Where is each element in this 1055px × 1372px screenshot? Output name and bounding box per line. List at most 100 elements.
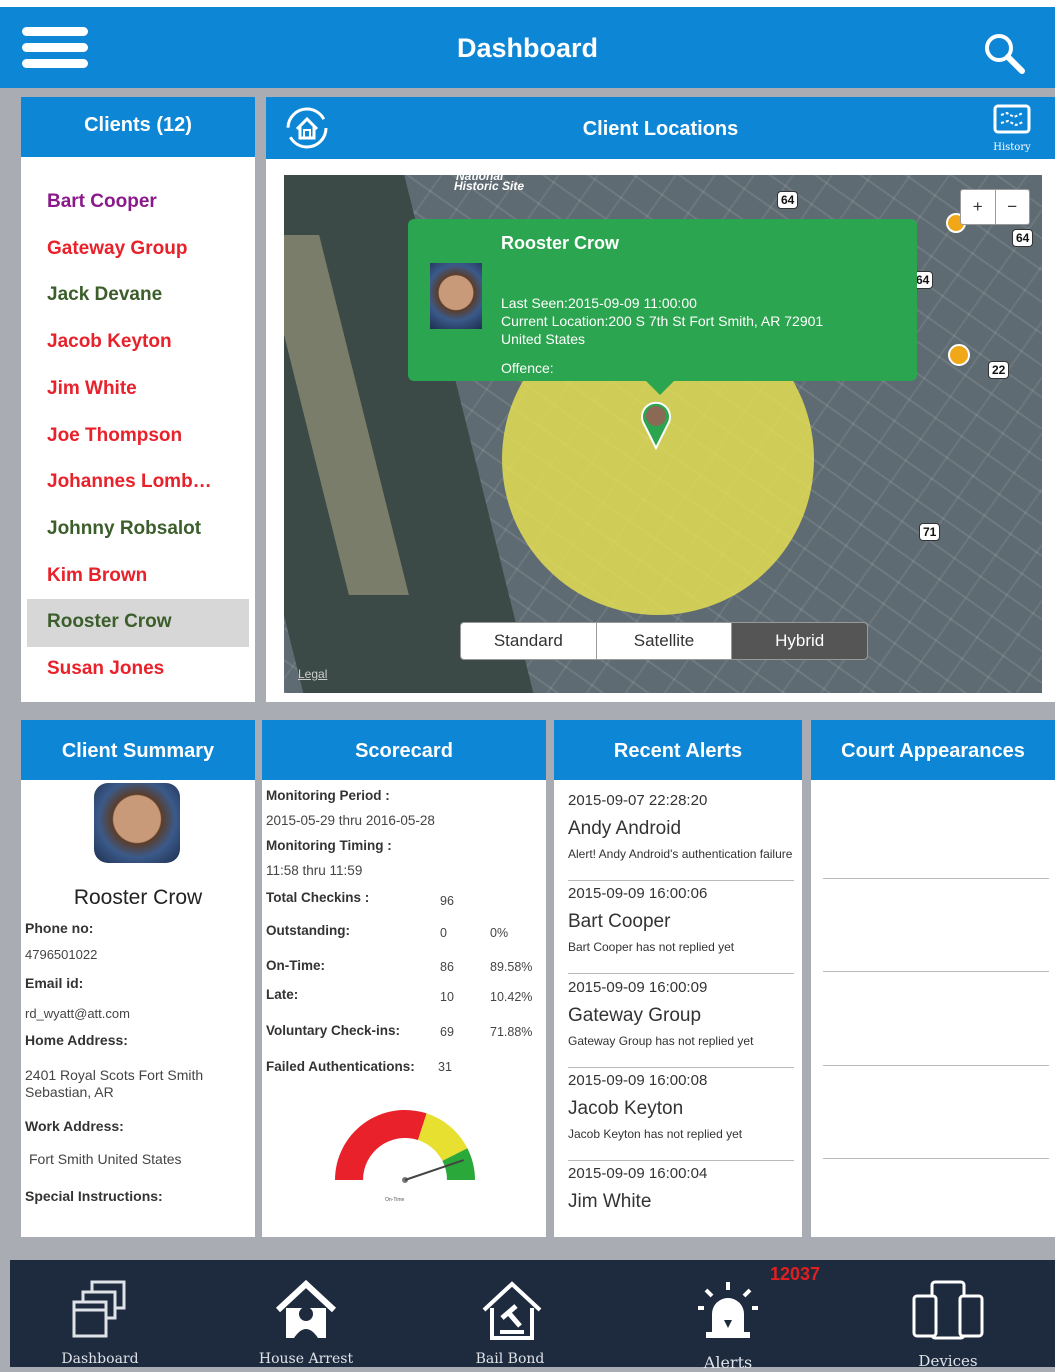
recent-alerts-panel: Recent Alerts 2015-09-07 22:28:20 Andy An… [554, 720, 802, 1237]
client-list-item[interactable]: Johannes Lomb… [47, 471, 212, 493]
alert-date: 2015-09-09 16:00:06 [568, 885, 708, 903]
client-name: Rooster Crow [73, 886, 203, 909]
tab-dashboard[interactable]: Dashboard [10, 1260, 190, 1367]
history-icon[interactable]: History [982, 103, 1042, 155]
map-type-selector: Standard Satellite Hybrid [460, 622, 868, 660]
top-bar: Dashboard [0, 0, 1055, 88]
alert-date: 2015-09-09 16:00:04 [568, 1165, 708, 1183]
client-locations-title: Client Locations [266, 97, 1055, 159]
dashboard-icon [72, 1280, 126, 1338]
map-type-standard[interactable]: Standard [461, 623, 597, 659]
divider [823, 971, 1049, 972]
tab-house-arrest[interactable]: House Arrest [216, 1260, 396, 1367]
client-list-item[interactable]: Joe Thompson [47, 425, 182, 447]
location-popup[interactable]: Rooster Crow Last Seen:2015-09-09 11:00:… [408, 219, 917, 395]
highway-71-shield: 71 [919, 523, 941, 541]
map-type-hybrid[interactable]: Hybrid [732, 623, 867, 659]
alert-date: 2015-09-09 16:00:08 [568, 1071, 708, 1089]
scorecard-title: Scorecard [262, 720, 546, 780]
score-row-label: Total Checkins : [266, 890, 370, 905]
divider [823, 878, 1049, 879]
work-address-value: Fort Smith United States [29, 1151, 182, 1167]
historic-site-label: Historic Site [454, 179, 525, 193]
popup-arrow [646, 381, 674, 395]
tab-label: Bail Bond [475, 1351, 545, 1367]
failed-auth-value: 31 [438, 1060, 452, 1074]
popup-country: United States [501, 331, 586, 347]
tab-label: House Arrest [258, 1351, 354, 1367]
search-icon[interactable] [982, 31, 1026, 75]
client-list-item[interactable]: Jacob Keyton [47, 331, 172, 353]
alert-client-name: Gateway Group [568, 1004, 702, 1026]
client-list-item[interactable]: Gateway Group [47, 238, 187, 260]
recent-alerts-title: Recent Alerts [554, 720, 802, 780]
home-address-label: Home Address: [25, 1032, 128, 1048]
monitoring-timing-label: Monitoring Timing : [266, 838, 392, 853]
gauge-label: On-Time [385, 1197, 405, 1203]
alert-message: Bart Cooper has not replied yet [568, 941, 735, 955]
map-type-satellite[interactable]: Satellite [597, 623, 733, 659]
home-refresh-icon[interactable] [284, 105, 330, 151]
alert-date: 2015-09-09 16:00:09 [568, 978, 708, 996]
divider [823, 1065, 1049, 1066]
client-summary-panel: Client Summary Rooster Crow Phone no: 47… [21, 720, 255, 1237]
tab-label: Dashboard [61, 1351, 139, 1367]
popup-location: Current Location:200 S 7th St Fort Smith… [501, 313, 824, 329]
court-appearances-title: Court Appearances [811, 720, 1055, 780]
score-row-count: 69 [440, 1025, 454, 1039]
special-instructions-label: Special Instructions: [25, 1188, 163, 1204]
client-list-item[interactable]: Jim White [47, 378, 137, 400]
tab-label: Devices [918, 1352, 978, 1370]
score-row-label: Voluntary Check-ins: [266, 1023, 401, 1038]
client-list-item[interactable]: Susan Jones [47, 658, 164, 680]
tab-bar: Dashboard House Arrest Bail Bond Alerts … [10, 1260, 1055, 1372]
alert-message: Jacob Keyton has not replied yet [568, 1127, 743, 1141]
failed-auth-label: Failed Authentications: [266, 1059, 415, 1074]
alert-message: Gateway Group has not replied yet [568, 1034, 754, 1048]
client-list-item[interactable]: Rooster Crow [47, 611, 172, 633]
phone-label: Phone no: [25, 920, 94, 936]
zoom-controls: + − [960, 189, 1030, 225]
divider [568, 880, 794, 881]
monitoring-period-value: 2015-05-29 thru 2016-05-28 [266, 813, 435, 828]
page-title: Dashboard [456, 33, 599, 63]
alert-date: 2015-09-07 22:28:20 [568, 792, 708, 809]
score-row-pct: 10.42% [490, 990, 533, 1004]
work-address-label: Work Address: [25, 1118, 124, 1134]
house-arrest-icon [275, 1279, 337, 1338]
alerts-badge: 12037 [770, 1264, 821, 1284]
client-summary-title: Client Summary [21, 720, 255, 780]
on-time-gauge [335, 1110, 475, 1183]
gauge-red-zone [335, 1110, 427, 1180]
score-row-count: 0 [440, 926, 447, 940]
poi-icon [948, 344, 970, 366]
tab-bail-bond[interactable]: Bail Bond [420, 1260, 600, 1367]
popup-name: Rooster Crow [501, 233, 620, 253]
alert-client-name: Jim White [568, 1191, 652, 1213]
alert-client-name: Bart Cooper [568, 911, 671, 933]
map-pin-icon[interactable] [638, 400, 674, 451]
score-row-pct: 0% [490, 926, 509, 940]
zoom-in-button[interactable]: + [961, 190, 996, 224]
client-list-item[interactable]: Kim Brown [47, 565, 147, 587]
clients-panel: Clients (12) Bart Cooper Gateway Group Jac… [21, 97, 255, 702]
popup-last-seen: Last Seen:2015-09-09 11:00:00 [501, 295, 697, 311]
alert-client-name: Andy Android [568, 818, 682, 839]
map-view[interactable]: National Historic Site 64 64 64 22 71 Ro… [284, 175, 1042, 693]
monitoring-period-label: Monitoring Period : [266, 788, 390, 803]
score-row-pct: 71.88% [490, 1025, 533, 1039]
client-list-item[interactable]: Johnny Robsalot [47, 518, 201, 540]
clients-title: Clients (12) [21, 97, 255, 157]
scorecard-panel: Scorecard Monitoring Period : 2015-05-29… [262, 720, 546, 1237]
monitoring-timing-value: 11:58 thru 11:59 [266, 863, 363, 878]
tab-devices[interactable]: Devices [858, 1260, 1038, 1370]
client-list-item[interactable]: Bart Cooper [47, 191, 157, 213]
alerts-siren-icon [698, 1282, 758, 1338]
home-address-value: 2401 Royal Scots Fort Smith Sebastian, A… [25, 1067, 204, 1100]
zoom-out-button[interactable]: − [996, 190, 1030, 224]
email-label: Email id: [25, 975, 84, 991]
legal-link[interactable]: Legal [298, 667, 327, 681]
score-row-count: 10 [440, 990, 454, 1004]
score-row-label: Outstanding: [266, 923, 350, 938]
client-list-item[interactable]: Jack Devane [47, 284, 162, 306]
